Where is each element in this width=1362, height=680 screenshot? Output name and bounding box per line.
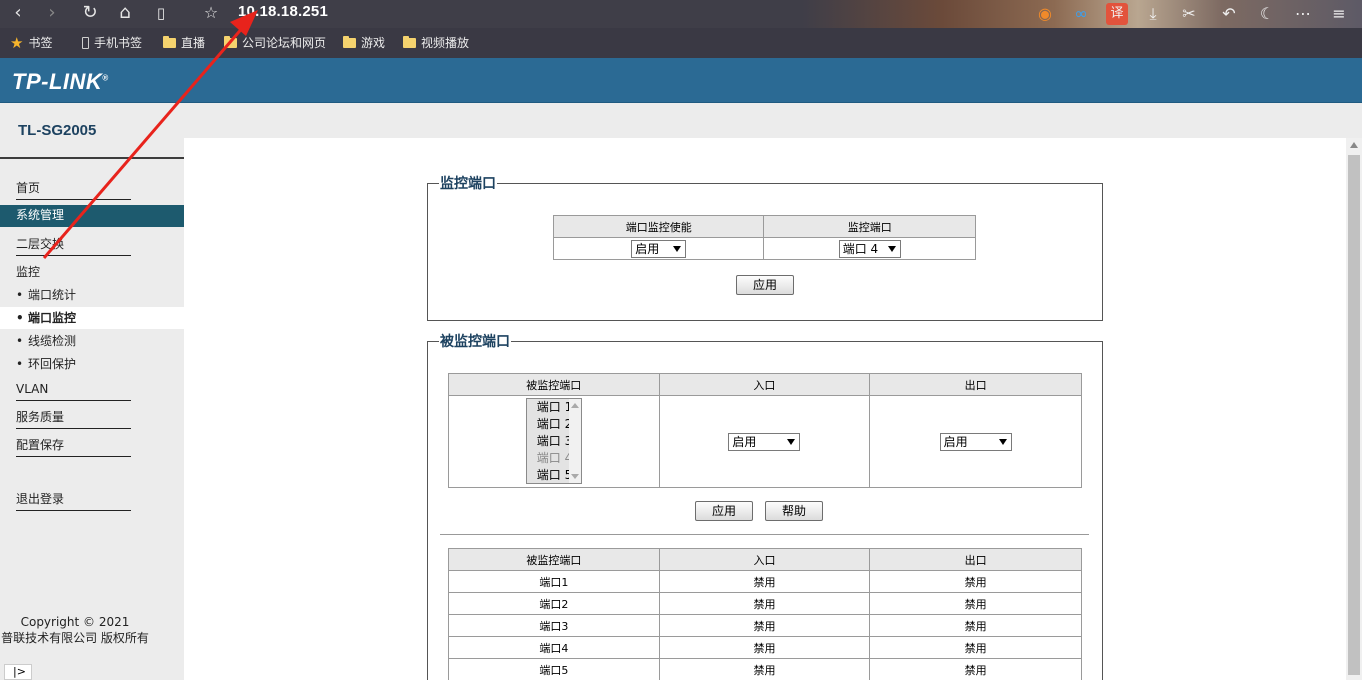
extension-icon[interactable]: ∞ bbox=[1070, 3, 1092, 25]
more-icon[interactable]: ⋯ bbox=[1292, 3, 1314, 25]
menu-icon[interactable]: ≡ bbox=[1328, 3, 1350, 25]
bullet-icon: • bbox=[16, 334, 24, 348]
scroll-up-icon[interactable] bbox=[1350, 142, 1358, 148]
monitor-port-select[interactable]: 端口 4 bbox=[838, 239, 901, 258]
section-title-monitored-port: 被监控端口 bbox=[439, 331, 511, 351]
bullet-icon: • bbox=[16, 311, 24, 325]
bookmarks-bar: ★ 书签 手机书签 直播 公司论坛和网页 游戏 视频播放 bbox=[0, 28, 1362, 58]
refresh-icon[interactable]: ↻ bbox=[78, 2, 102, 24]
night-mode-icon[interactable]: ☾ bbox=[1256, 3, 1278, 25]
table-row: 端口2 禁用 禁用 bbox=[448, 592, 1082, 615]
undo-icon[interactable]: ↶ bbox=[1218, 3, 1240, 25]
scrollbar-thumb[interactable] bbox=[1348, 155, 1360, 675]
phone-icon bbox=[82, 37, 89, 49]
folder-icon bbox=[224, 36, 237, 48]
chevron-down-icon bbox=[673, 245, 682, 252]
scissors-icon[interactable]: ✂ bbox=[1178, 3, 1200, 25]
sidebar: TL-SG2005 首页 系统管理 二层交换 监控 • 端口统计 • 端口监控 • 线… bbox=[0, 103, 184, 680]
col-header-egress: 出口 bbox=[869, 548, 1082, 571]
browser-toolbar: ‹ › ↻ ⌂ ▯ ☆ 10.18.18.251 ◉ ∞ 译 ⤓ ✂ ↶ ☾ ⋯… bbox=[0, 0, 1362, 58]
monitor-port-table: 端口监控使能 监控端口 启用 端口 4 bbox=[552, 215, 976, 260]
home-icon[interactable]: ⌂ bbox=[113, 2, 137, 24]
col-header-ingress: 入口 bbox=[658, 373, 871, 396]
table-row: 端口5 禁用 禁用 bbox=[448, 658, 1082, 680]
folder-icon bbox=[403, 36, 416, 48]
monitored-port-status-table: 被监控端口 入口 出口 端口1 禁用 禁用 端口2 禁用 禁用 端口3 禁用 禁… bbox=[448, 548, 1082, 680]
bookmark-item-live[interactable]: 直播 bbox=[163, 35, 205, 51]
download-icon[interactable]: ⤓ bbox=[1142, 3, 1164, 25]
bookmark-item-bookmarks[interactable]: ★ 书签 bbox=[10, 35, 52, 51]
sidebar-item-monitor[interactable]: 监控 bbox=[16, 262, 131, 284]
content-top-margin bbox=[184, 103, 1362, 138]
table-row: 端口3 禁用 禁用 bbox=[448, 614, 1082, 637]
col-header-monitored-port: 被监控端口 bbox=[448, 373, 660, 396]
sidebar-divider bbox=[0, 157, 184, 159]
sidebar-item-home[interactable]: 首页 bbox=[16, 178, 131, 200]
sidebar-subitem-port-stats[interactable]: • 端口统计 bbox=[0, 284, 184, 306]
sidebar-subitem-cable-test[interactable]: • 线缆检测 bbox=[0, 330, 184, 352]
bookmark-item-games[interactable]: 游戏 bbox=[343, 35, 385, 51]
scroll-down-icon[interactable] bbox=[571, 474, 579, 479]
table-row: 端口1 禁用 禁用 bbox=[448, 570, 1082, 593]
bullet-icon: • bbox=[16, 288, 24, 302]
scroll-up-icon[interactable] bbox=[571, 403, 579, 408]
device-model: TL-SG2005 bbox=[18, 122, 97, 139]
monitor-port-section: 监控端口 端口监控使能 监控端口 启用 端口 4 应用 bbox=[427, 173, 1103, 321]
sidebar-item-vlan[interactable]: VLAN bbox=[16, 379, 131, 401]
star-icon: ★ bbox=[10, 34, 24, 52]
monitored-port-section: 被监控端口 被监控端口 入口 出口 端口 1 端口 2 端口 3 端口 4 端口… bbox=[427, 331, 1103, 680]
copyright: Copyright © 2021 普联技术有限公司 版权所有 bbox=[1, 615, 149, 645]
col-header-monitored-port: 被监控端口 bbox=[448, 548, 660, 571]
bookmark-item-mobile[interactable]: 手机书签 bbox=[82, 35, 142, 51]
sidebar-item-qos[interactable]: 服务质量 bbox=[16, 407, 131, 429]
sidebar-item-system[interactable]: 系统管理 bbox=[0, 205, 184, 227]
col-header-ingress: 入口 bbox=[658, 548, 871, 571]
sidebar-item-logout[interactable]: 退出登录 bbox=[16, 489, 131, 511]
monitored-port-listbox[interactable]: 端口 1 端口 2 端口 3 端口 4 端口 5 bbox=[526, 398, 582, 484]
bookmark-item-forum[interactable]: 公司论坛和网页 bbox=[224, 35, 326, 51]
col-header-egress: 出口 bbox=[869, 373, 1082, 396]
section-divider bbox=[440, 534, 1089, 535]
egress-select[interactable]: 启用 bbox=[939, 432, 1012, 451]
sidebar-item-save-config[interactable]: 配置保存 bbox=[16, 435, 131, 457]
sidebar-subitem-port-mirror[interactable]: • 端口监控 bbox=[0, 307, 184, 329]
chevron-down-icon bbox=[787, 438, 796, 445]
chevron-down-icon bbox=[887, 245, 896, 252]
app-header: TP-LINK® bbox=[0, 58, 1362, 103]
section-title-monitor-port: 监控端口 bbox=[439, 173, 497, 193]
mirror-enable-select[interactable]: 启用 bbox=[631, 239, 687, 258]
back-icon[interactable]: ‹ bbox=[6, 2, 30, 24]
sidebar-item-l2-switching[interactable]: 二层交换 bbox=[16, 234, 131, 256]
bookmark-item-video[interactable]: 视频播放 bbox=[403, 35, 469, 51]
reader-icon[interactable]: ▯ bbox=[149, 2, 173, 24]
address-bar-url[interactable]: 10.18.18.251 bbox=[238, 3, 328, 20]
col-header-enable: 端口监控使能 bbox=[552, 215, 765, 238]
table-row: 端口4 禁用 禁用 bbox=[448, 636, 1082, 659]
help-button[interactable]: 帮助 bbox=[765, 501, 823, 521]
bullet-icon: • bbox=[16, 357, 24, 371]
apply-monitored-button[interactable]: 应用 bbox=[695, 501, 753, 521]
game-icon[interactable]: ◉ bbox=[1034, 3, 1056, 25]
sidebar-subitem-loop-protect[interactable]: • 环回保护 bbox=[0, 353, 184, 375]
tp-link-logo: TP-LINK® bbox=[12, 69, 109, 94]
col-header-monitor-port: 监控端口 bbox=[763, 215, 976, 238]
apply-monitor-button[interactable]: 应用 bbox=[736, 275, 794, 295]
expand-panel-icon[interactable]: |> bbox=[4, 664, 32, 680]
bookmark-star-icon[interactable]: ☆ bbox=[199, 2, 223, 24]
monitored-port-config-table: 被监控端口 入口 出口 端口 1 端口 2 端口 3 端口 4 端口 5 启用 … bbox=[448, 373, 1082, 488]
forward-icon[interactable]: › bbox=[40, 2, 64, 24]
folder-icon bbox=[343, 36, 356, 48]
ingress-select[interactable]: 启用 bbox=[728, 432, 801, 451]
translate-icon[interactable]: 译 bbox=[1106, 3, 1128, 25]
chevron-down-icon bbox=[998, 438, 1007, 445]
folder-icon bbox=[163, 36, 176, 48]
listbox-scrollbar[interactable] bbox=[569, 399, 581, 483]
